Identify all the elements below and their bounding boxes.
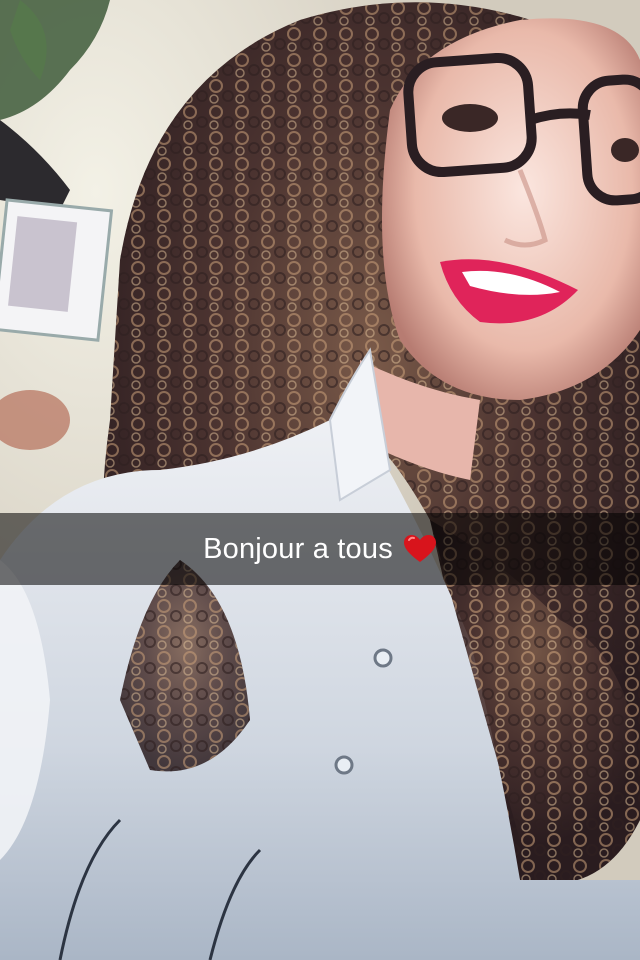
snap-caption-bar[interactable]: Bonjour a tous bbox=[0, 513, 640, 585]
selfie-photo: Bonjour a tous bbox=[0, 0, 640, 960]
red-heart-icon bbox=[403, 535, 436, 562]
snap-caption-text: Bonjour a tous bbox=[203, 532, 393, 565]
selfie-image bbox=[0, 0, 640, 960]
